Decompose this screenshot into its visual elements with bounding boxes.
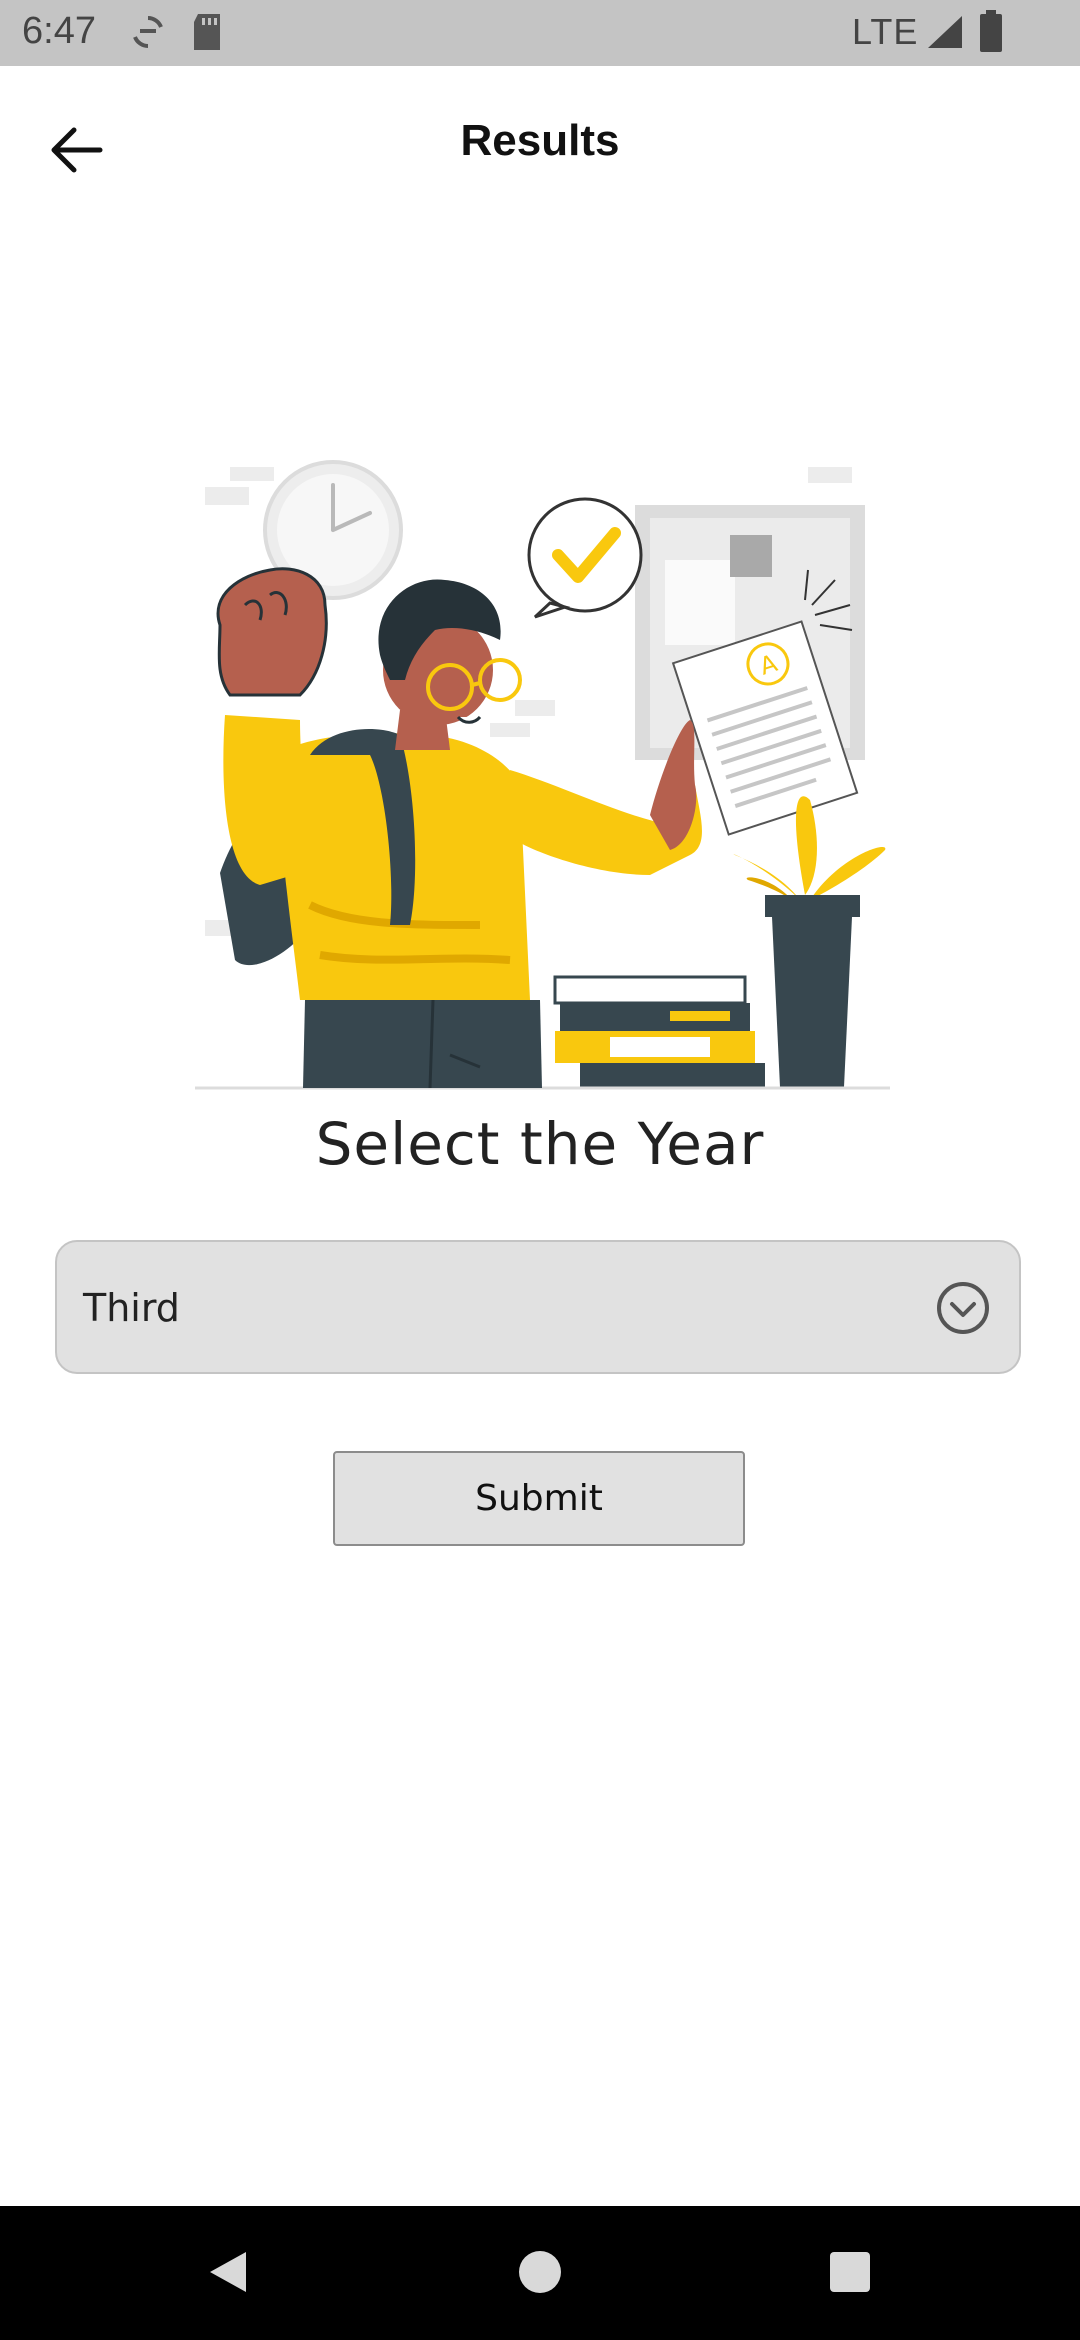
sync-icon	[133, 16, 163, 48]
home-circle-icon[interactable]	[510, 2242, 570, 2302]
submit-button[interactable]: Submit	[333, 1451, 745, 1546]
year-dropdown[interactable]: Third	[55, 1240, 1021, 1374]
recents-square-icon[interactable]	[820, 2242, 880, 2302]
network-type: LTE	[852, 11, 919, 52]
system-nav-bar	[0, 2206, 1080, 2340]
sd-card-icon	[194, 14, 220, 50]
chevron-down-circle-icon[interactable]	[935, 1280, 991, 1336]
year-dropdown-value: Third	[83, 1286, 180, 1330]
battery-icon	[980, 10, 1002, 52]
student-results-illustration: A	[195, 460, 890, 1090]
select-year-heading: Select the Year	[315, 1110, 765, 1178]
submit-label: Submit	[475, 1478, 603, 1519]
page-title: Results	[460, 116, 620, 165]
app-bar: Results	[0, 66, 1080, 216]
signal-icon	[928, 16, 962, 48]
status-time: 6:47	[22, 10, 96, 52]
back-triangle-icon[interactable]	[196, 2242, 256, 2302]
status-bar: 6:47 LTE	[0, 0, 1080, 66]
